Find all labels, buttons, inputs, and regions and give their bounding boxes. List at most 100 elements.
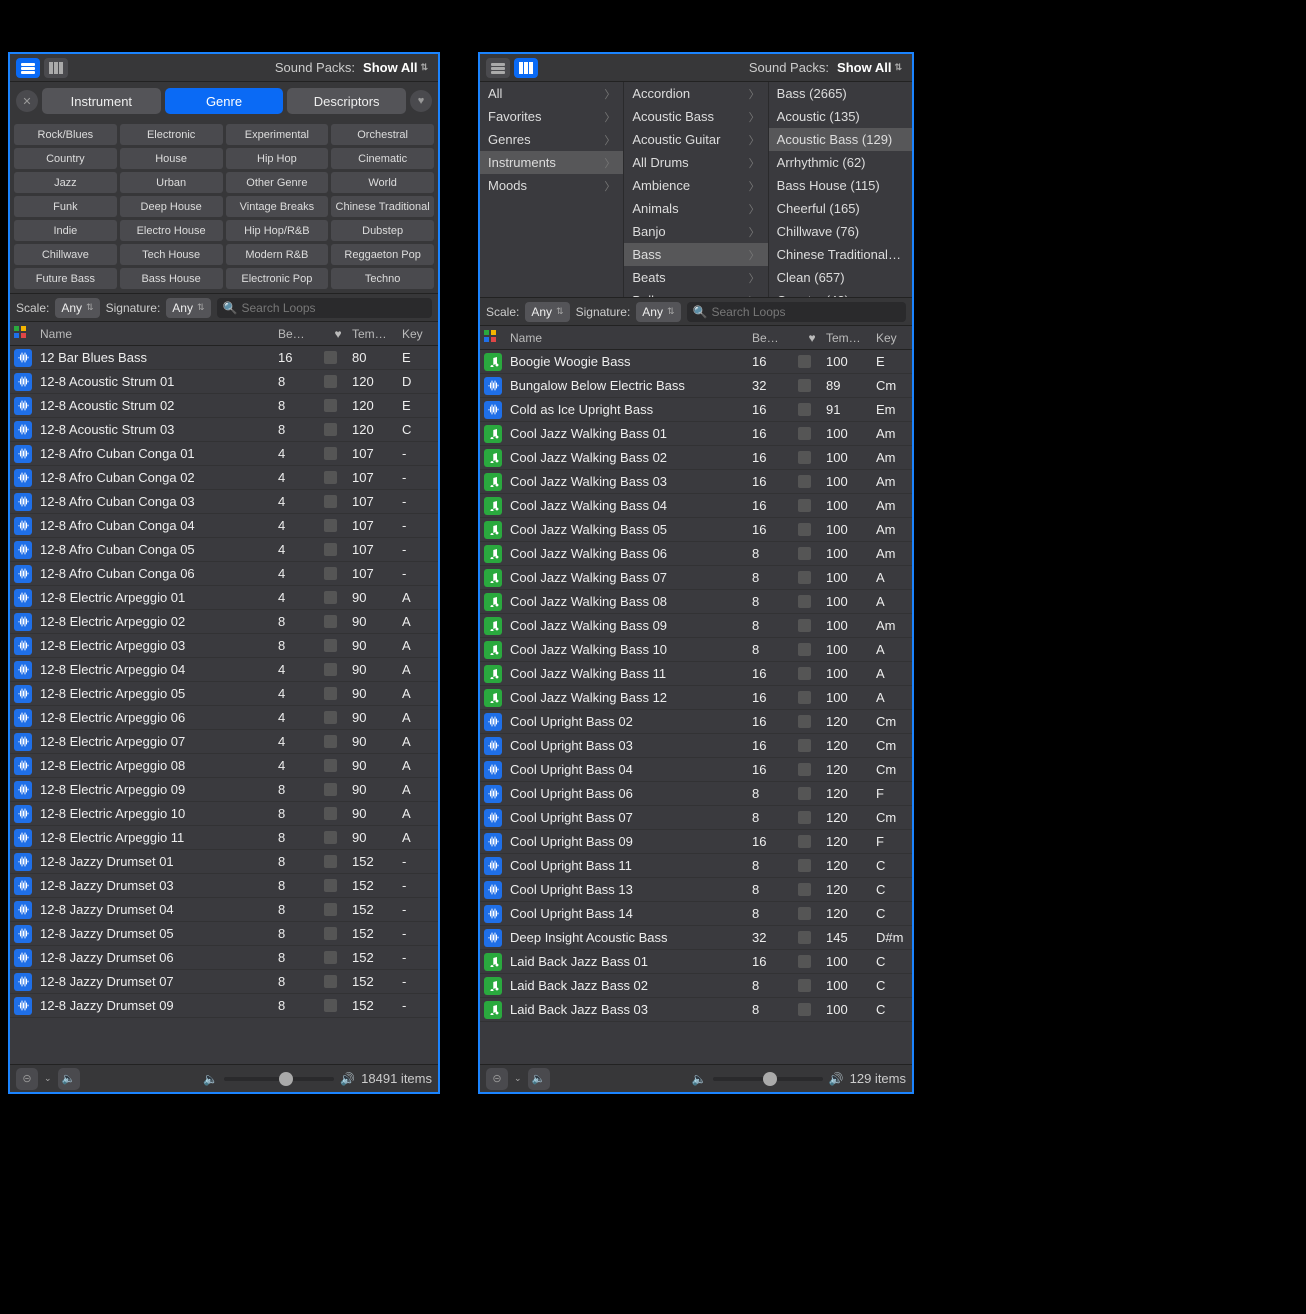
favorite-checkbox[interactable] xyxy=(324,567,337,580)
table-row[interactable]: 12-8 Electric Arpeggio 06490A xyxy=(10,706,438,730)
favorite-checkbox[interactable] xyxy=(798,355,811,368)
table-row[interactable]: 12-8 Jazzy Drumset 058152- xyxy=(10,922,438,946)
column-item[interactable]: Country (42) xyxy=(769,289,912,297)
preview-button[interactable]: 🔈 xyxy=(528,1068,550,1090)
table-row[interactable]: 12-8 Jazzy Drumset 048152- xyxy=(10,898,438,922)
genre-chip[interactable]: Electro House xyxy=(120,220,223,241)
table-row[interactable]: 12-8 Jazzy Drumset 038152- xyxy=(10,874,438,898)
table-row[interactable]: 12-8 Electric Arpeggio 08490A xyxy=(10,754,438,778)
favorite-checkbox[interactable] xyxy=(324,591,337,604)
favorite-checkbox[interactable] xyxy=(798,811,811,824)
table-row[interactable]: 12-8 Electric Arpeggio 05490A xyxy=(10,682,438,706)
genre-chip[interactable]: Modern R&B xyxy=(226,244,329,265)
table-row[interactable]: Boogie Woogie Bass16100E xyxy=(480,350,912,374)
table-row[interactable]: 12-8 Electric Arpeggio 11890A xyxy=(10,826,438,850)
genre-chip[interactable]: Funk xyxy=(14,196,117,217)
scale-select[interactable]: Any⇅ xyxy=(55,298,99,318)
beats-header[interactable]: Be… xyxy=(752,331,798,345)
column-item[interactable]: Acoustic Bass〉 xyxy=(624,105,767,128)
favorite-checkbox[interactable] xyxy=(324,687,337,700)
column-item[interactable]: Bell〉 xyxy=(624,289,767,297)
table-row[interactable]: 12-8 Jazzy Drumset 098152- xyxy=(10,994,438,1018)
genre-chip[interactable]: Vintage Breaks xyxy=(226,196,329,217)
signature-select[interactable]: Any⇅ xyxy=(166,298,210,318)
table-row[interactable]: Cool Upright Bass 138120C xyxy=(480,878,912,902)
favorite-checkbox[interactable] xyxy=(798,739,811,752)
table-row[interactable]: 12-8 Electric Arpeggio 01490A xyxy=(10,586,438,610)
favorite-checkbox[interactable] xyxy=(798,499,811,512)
table-row[interactable]: 12-8 Electric Arpeggio 04490A xyxy=(10,658,438,682)
tab-instrument[interactable]: Instrument xyxy=(42,88,161,114)
table-row[interactable]: Cool Upright Bass 068120F xyxy=(480,782,912,806)
table-row[interactable]: 12-8 Electric Arpeggio 10890A xyxy=(10,802,438,826)
table-row[interactable]: Cool Jazz Walking Bass 0416100Am xyxy=(480,494,912,518)
table-row[interactable]: Cool Upright Bass 0916120F xyxy=(480,830,912,854)
favorite-checkbox[interactable] xyxy=(324,663,337,676)
column-item[interactable]: All〉 xyxy=(480,82,623,105)
table-row[interactable]: Cool Upright Bass 0216120Cm xyxy=(480,710,912,734)
table-row[interactable]: 12-8 Electric Arpeggio 02890A xyxy=(10,610,438,634)
favorite-checkbox[interactable] xyxy=(324,351,337,364)
fav-header[interactable]: ♥ xyxy=(324,327,352,341)
favorite-checkbox[interactable] xyxy=(798,595,811,608)
favorite-checkbox[interactable] xyxy=(324,423,337,436)
name-header[interactable]: Name xyxy=(36,327,278,341)
genre-chip[interactable]: Jazz xyxy=(14,172,117,193)
button-view-toggle[interactable] xyxy=(486,58,510,78)
table-row[interactable]: Cool Jazz Walking Bass 108100A xyxy=(480,638,912,662)
favorite-checkbox[interactable] xyxy=(324,807,337,820)
table-row[interactable]: 12-8 Afro Cuban Conga 044107- xyxy=(10,514,438,538)
favorite-checkbox[interactable] xyxy=(324,831,337,844)
genre-chip[interactable]: Electronic xyxy=(120,124,223,145)
favorite-checkbox[interactable] xyxy=(798,859,811,872)
favorite-checkbox[interactable] xyxy=(798,427,811,440)
favorite-checkbox[interactable] xyxy=(798,1003,811,1016)
column-item[interactable]: Acoustic (135) xyxy=(769,105,912,128)
favorite-checkbox[interactable] xyxy=(324,783,337,796)
table-row[interactable]: Cool Upright Bass 0416120Cm xyxy=(480,758,912,782)
favorite-checkbox[interactable] xyxy=(324,879,337,892)
column-item[interactable]: Genres〉 xyxy=(480,128,623,151)
favorite-checkbox[interactable] xyxy=(324,711,337,724)
table-row[interactable]: Laid Back Jazz Bass 028100C xyxy=(480,974,912,998)
table-row[interactable]: 12-8 Jazzy Drumset 068152- xyxy=(10,946,438,970)
favorite-checkbox[interactable] xyxy=(798,667,811,680)
favorite-checkbox[interactable] xyxy=(324,543,337,556)
genre-chip[interactable]: Other Genre xyxy=(226,172,329,193)
favorite-checkbox[interactable] xyxy=(324,639,337,652)
loop-menu-button[interactable]: ⊝ xyxy=(486,1068,508,1090)
fav-header[interactable]: ♥ xyxy=(798,331,826,345)
genre-chip[interactable]: Tech House xyxy=(120,244,223,265)
table-row[interactable]: Cool Jazz Walking Bass 068100Am xyxy=(480,542,912,566)
favorite-checkbox[interactable] xyxy=(798,475,811,488)
column-item[interactable]: Ambience〉 xyxy=(624,174,767,197)
table-row[interactable]: Deep Insight Acoustic Bass32145D#m xyxy=(480,926,912,950)
table-row[interactable]: Cool Upright Bass 0316120Cm xyxy=(480,734,912,758)
favorite-checkbox[interactable] xyxy=(798,691,811,704)
table-row[interactable]: 12-8 Acoustic Strum 018120D xyxy=(10,370,438,394)
preview-button[interactable]: 🔈 xyxy=(58,1068,80,1090)
table-row[interactable]: Cool Jazz Walking Bass 0516100Am xyxy=(480,518,912,542)
favorite-checkbox[interactable] xyxy=(798,379,811,392)
column-view-toggle[interactable] xyxy=(514,58,538,78)
genre-chip[interactable]: Country xyxy=(14,148,117,169)
clear-filters-button[interactable]: ✕ xyxy=(16,90,38,112)
table-row[interactable]: Cool Jazz Walking Bass 1216100A xyxy=(480,686,912,710)
genre-chip[interactable]: Urban xyxy=(120,172,223,193)
table-row[interactable]: Laid Back Jazz Bass 0116100C xyxy=(480,950,912,974)
sound-packs-select[interactable]: Show All ⇅ xyxy=(363,60,428,75)
table-row[interactable]: 12 Bar Blues Bass1680E xyxy=(10,346,438,370)
beats-header[interactable]: Be… xyxy=(278,327,324,341)
column-item[interactable]: Moods〉 xyxy=(480,174,623,197)
favorite-checkbox[interactable] xyxy=(324,759,337,772)
favorite-checkbox[interactable] xyxy=(798,979,811,992)
favorite-checkbox[interactable] xyxy=(798,523,811,536)
tab-genre[interactable]: Genre xyxy=(165,88,284,114)
favorite-checkbox[interactable] xyxy=(798,403,811,416)
key-header[interactable]: Key xyxy=(876,331,912,345)
table-row[interactable]: Cool Upright Bass 148120C xyxy=(480,902,912,926)
tab-descriptors[interactable]: Descriptors xyxy=(287,88,406,114)
scale-select[interactable]: Any⇅ xyxy=(525,302,569,322)
table-row[interactable]: 12-8 Jazzy Drumset 018152- xyxy=(10,850,438,874)
name-header[interactable]: Name xyxy=(506,331,752,345)
